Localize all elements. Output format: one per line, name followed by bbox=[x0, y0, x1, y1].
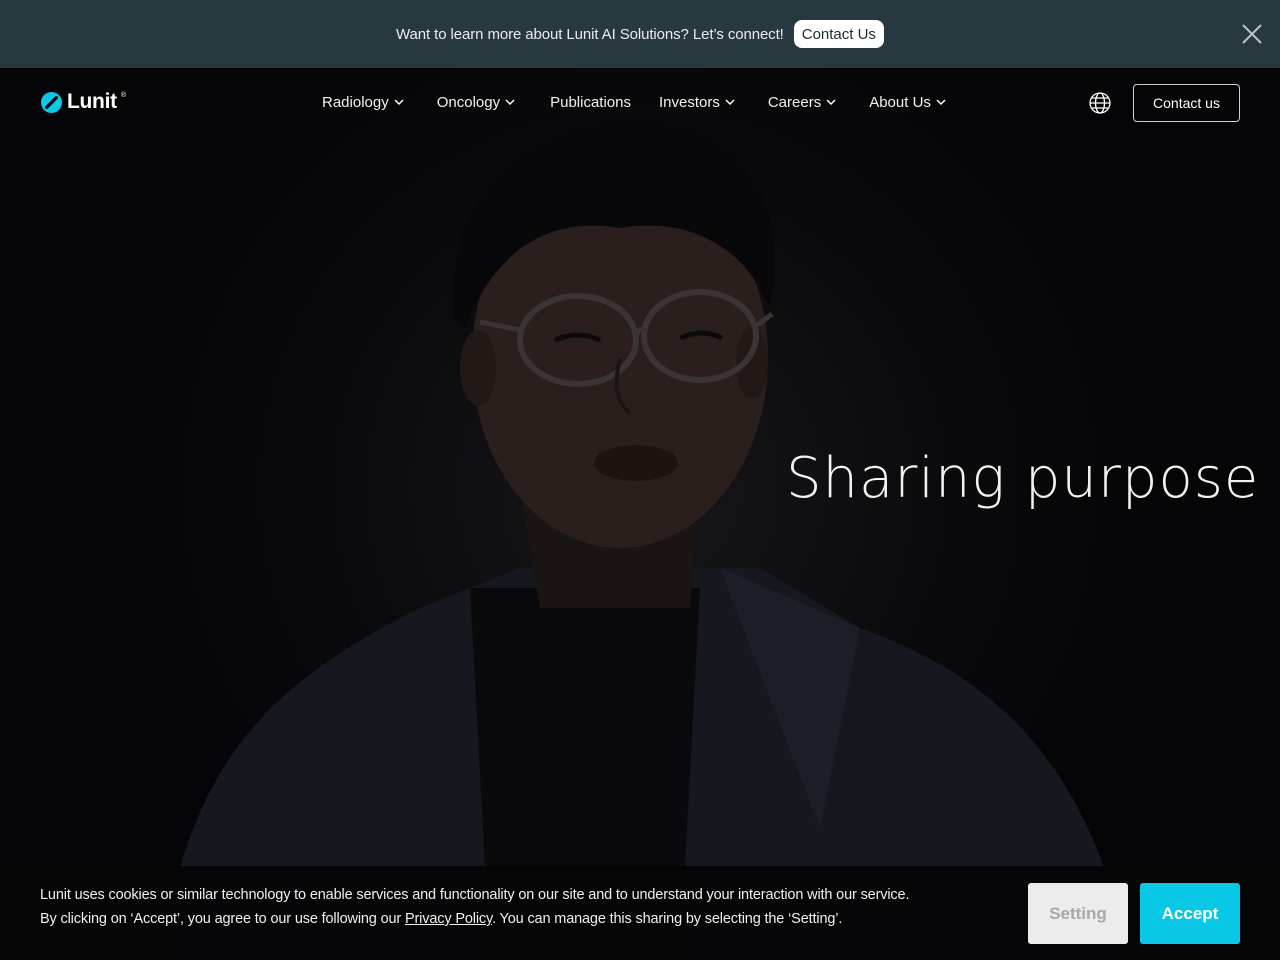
privacy-policy-link[interactable]: Privacy Policy bbox=[405, 911, 492, 927]
nav-item-label: Oncology bbox=[436, 93, 501, 111]
hero-person-image bbox=[160, 119, 1130, 960]
nav-item-label: About Us bbox=[869, 93, 931, 111]
cookie-line-2: By clicking on ‘Accept’, you agree to ou… bbox=[40, 907, 909, 931]
close-icon[interactable] bbox=[1240, 22, 1264, 46]
chevron-down-icon bbox=[936, 99, 946, 106]
logo-registered-mark: ® bbox=[120, 92, 126, 99]
lunit-logo-icon bbox=[40, 91, 63, 113]
cookie-setting-button[interactable]: Setting bbox=[1028, 883, 1128, 944]
cookie-banner: Lunit uses cookies or similar technology… bbox=[0, 866, 1280, 960]
hero-caption: Sharing purpose bbox=[786, 446, 1260, 511]
promo-banner: Want to learn more about Lunit AI Soluti… bbox=[0, 0, 1280, 68]
hero-video: Sharing purpose bbox=[0, 68, 1280, 960]
nav-item-investors[interactable]: Investors bbox=[659, 90, 736, 114]
nav-item-label: Careers bbox=[767, 93, 822, 111]
nav-item-label: Radiology bbox=[322, 93, 389, 111]
nav-item-label: Publications bbox=[550, 93, 631, 111]
nav-item-about-us[interactable]: About Us bbox=[869, 90, 947, 114]
promo-contact-button[interactable]: Contact Us bbox=[793, 20, 884, 48]
nav-item-radiology[interactable]: Radiology bbox=[322, 90, 405, 114]
logo-text: Lunit bbox=[67, 90, 117, 113]
nav-item-careers[interactable]: Careers bbox=[768, 90, 837, 114]
nav-item-publications[interactable]: Publications bbox=[550, 90, 631, 114]
nav-item-oncology[interactable]: Oncology bbox=[437, 90, 516, 114]
cookie-accept-button[interactable]: Accept bbox=[1140, 883, 1240, 944]
cookie-line-1: Lunit uses cookies or similar technology… bbox=[40, 887, 910, 903]
chevron-down-icon bbox=[725, 99, 735, 106]
nav-item-label: Investors bbox=[658, 93, 720, 111]
chevron-down-icon bbox=[394, 99, 404, 106]
main-nav: Radiology Oncology Publications Investor… bbox=[322, 90, 947, 114]
cookie-line-2-end: . You can manage this sharing by selecti… bbox=[492, 911, 843, 927]
chevron-down-icon bbox=[505, 99, 515, 106]
cookie-text: Lunit uses cookies or similar technology… bbox=[40, 883, 909, 931]
globe-icon[interactable] bbox=[1088, 91, 1112, 115]
cookie-line-2-start: By clicking on ‘Accept’, you agree to ou… bbox=[40, 911, 405, 927]
site-header: Lunit ® Radiology Oncology Publications … bbox=[0, 68, 1280, 136]
chevron-down-icon bbox=[826, 99, 836, 106]
lunit-logo[interactable]: Lunit ® bbox=[40, 90, 126, 114]
promo-text: Want to learn more about Lunit AI Soluti… bbox=[396, 25, 784, 43]
contact-us-button[interactable]: Contact us bbox=[1133, 84, 1240, 122]
